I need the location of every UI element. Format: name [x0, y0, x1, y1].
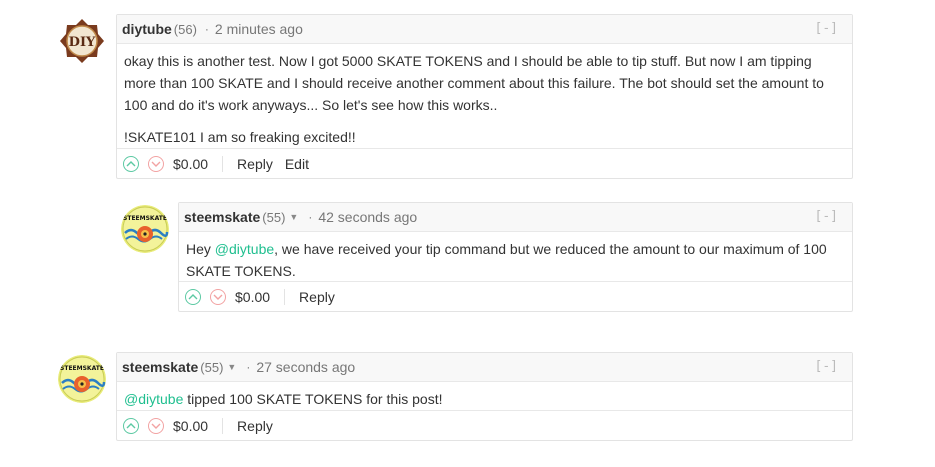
author-reputation: (55) — [262, 209, 286, 225]
mention-link[interactable]: @diytube — [215, 241, 274, 257]
avatar-steemskate[interactable]: STEEMSKATE — [58, 355, 106, 403]
chevron-down-icon — [151, 161, 161, 167]
comment-paragraph: Hey @diytube, we have received your tip … — [186, 238, 844, 282]
comment-body: okay this is another test. Now I got 500… — [117, 44, 852, 146]
body-text: tipped 100 SKATE TOKENS for this post! — [183, 391, 443, 407]
comment-paragraph: !SKATE101 I am so freaking excited!! — [124, 129, 356, 145]
avatar-steemskate[interactable]: STEEMSKATE — [121, 205, 169, 253]
steemskate-logo-icon: STEEMSKATE — [58, 355, 106, 403]
payout-value[interactable]: $0.00 — [173, 156, 208, 172]
edit-button[interactable]: Edit — [285, 156, 309, 172]
chevron-up-icon — [126, 160, 136, 166]
timestamp-link[interactable]: 2 minutes ago — [215, 21, 303, 37]
body-text: , we have received your tip command but … — [186, 241, 827, 279]
timestamp-link[interactable]: 42 seconds ago — [318, 209, 417, 225]
downvote-button[interactable] — [148, 417, 164, 434]
caret-down-icon[interactable]: ▼ — [227, 362, 236, 372]
chevron-up-icon — [126, 422, 136, 428]
caret-down-icon[interactable]: ▼ — [289, 212, 298, 222]
mention-link[interactable]: @diytube — [124, 391, 183, 407]
avatar-logo-text: DIY — [69, 35, 96, 50]
separator-dot: · — [246, 360, 251, 374]
payout-value[interactable]: $0.00 — [173, 418, 208, 434]
divider — [222, 155, 224, 172]
reply-button[interactable]: Reply — [299, 289, 335, 305]
comment-header: diytube (56) · 2 minutes ago [-] — [117, 15, 852, 44]
chevron-up-icon — [188, 293, 198, 299]
author-reputation: (55) — [200, 359, 224, 375]
upvote-button[interactable] — [123, 417, 139, 434]
upvote-button[interactable] — [185, 288, 201, 305]
comment-actions: $0.00 Reply — [179, 281, 852, 311]
comment-steemskate-reply: steemskate (55) ▼ · 42 seconds ago [-] H… — [178, 202, 853, 312]
reply-button[interactable]: Reply — [237, 418, 273, 434]
diy-logo-icon: DIY — [58, 17, 106, 65]
comment-steemskate: steemskate (55) ▼ · 27 seconds ago [-] @… — [116, 352, 853, 441]
upvote-button[interactable] — [123, 155, 139, 172]
chevron-down-icon — [151, 423, 161, 429]
author-name[interactable]: steemskate — [184, 209, 260, 225]
comment-diytube: diytube (56) · 2 minutes ago [-] okay th… — [116, 14, 853, 179]
comment-header: steemskate (55) ▼ · 27 seconds ago [-] — [117, 353, 852, 382]
divider — [284, 288, 286, 305]
separator-dot: · — [204, 22, 209, 36]
body-text: Hey — [186, 241, 215, 257]
collapse-button[interactable]: [-] — [815, 209, 838, 224]
comment-paragraph: okay this is another test. Now I got 500… — [124, 53, 824, 113]
avatar-logo-text: STEEMSKATE — [123, 215, 167, 222]
timestamp-link[interactable]: 27 seconds ago — [256, 359, 355, 375]
avatar-diytube[interactable]: DIY — [58, 17, 106, 65]
avatar-logo-text: STEEMSKATE — [60, 365, 104, 372]
steemskate-logo-icon: STEEMSKATE — [121, 205, 169, 253]
comment-header: steemskate (55) ▼ · 42 seconds ago [-] — [179, 203, 852, 232]
collapse-button[interactable]: [-] — [815, 359, 838, 374]
comment-actions: $0.00 Reply — [117, 410, 852, 440]
author-reputation: (56) — [173, 21, 197, 37]
author-name[interactable]: steemskate — [122, 359, 198, 375]
author-name[interactable]: diytube — [122, 21, 172, 37]
downvote-button[interactable] — [148, 155, 164, 172]
chevron-down-icon — [213, 294, 223, 300]
comment-actions: $0.00 Reply Edit — [117, 148, 852, 178]
comment-paragraph: @diytube tipped 100 SKATE TOKENS for thi… — [124, 388, 844, 410]
payout-value[interactable]: $0.00 — [235, 289, 270, 305]
separator-dot: · — [308, 210, 313, 224]
divider — [222, 417, 224, 434]
downvote-button[interactable] — [210, 288, 226, 305]
collapse-button[interactable]: [-] — [815, 21, 838, 36]
reply-button[interactable]: Reply — [237, 156, 273, 172]
